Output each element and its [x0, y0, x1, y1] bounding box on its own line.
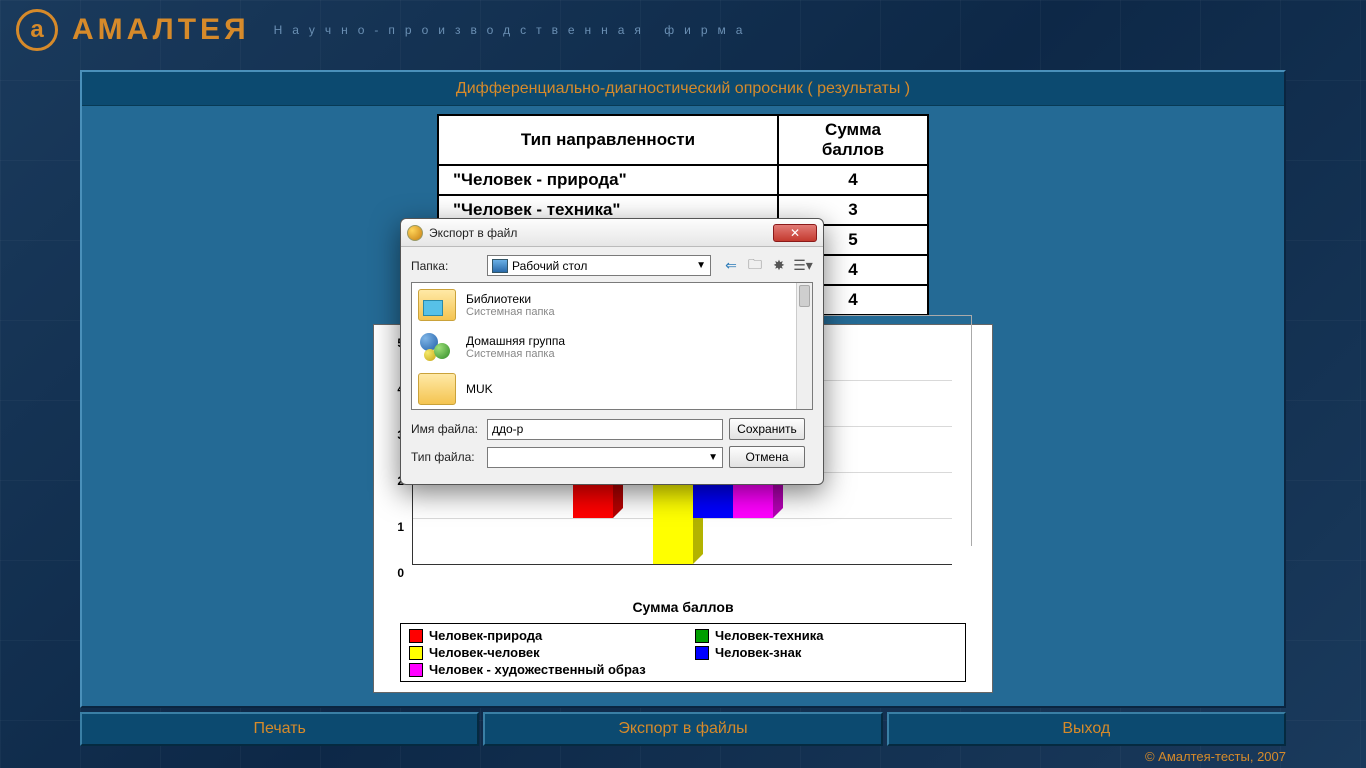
up-icon[interactable]: 🗀	[745, 256, 765, 276]
view-menu-icon[interactable]: ☰▾	[793, 256, 813, 276]
legend-item: Человек-человек	[409, 645, 671, 660]
dialog-titlebar[interactable]: Экспорт в файл ✕	[401, 219, 823, 247]
folder-value: Рабочий стол	[512, 259, 587, 273]
desktop-icon	[492, 259, 508, 273]
list-item[interactable]: MUK	[416, 371, 808, 410]
dialog-icon	[407, 225, 423, 241]
back-icon[interactable]: ⇐	[721, 256, 741, 276]
file-list[interactable]: Библиотеки Системная папка Домашняя груп…	[411, 282, 813, 410]
filetype-label: Тип файла:	[411, 450, 481, 464]
folder-icon	[418, 373, 456, 405]
export-button[interactable]: Экспорт в файлы	[483, 712, 882, 746]
close-button[interactable]: ✕	[773, 224, 817, 242]
brand-name: АМАЛТЕЯ	[72, 13, 250, 47]
col-type: Тип направленности	[438, 115, 778, 165]
legend-item: Человек-природа	[409, 628, 671, 643]
tagline: Научно-производственная фирма	[274, 23, 753, 37]
list-item[interactable]: Библиотеки Системная папка	[416, 287, 808, 329]
exit-button[interactable]: Выход	[887, 712, 1286, 746]
table-row: "Человек - природа"4	[438, 165, 928, 195]
footer-copyright: © Амалтея-тесты, 2007	[1145, 749, 1286, 764]
legend-item: Человек - художественный образ	[409, 662, 671, 677]
bottom-bar: Печать Экспорт в файлы Выход	[80, 712, 1286, 746]
export-dialog: Экспорт в файл ✕ Папка: Рабочий стол ▼ ⇐…	[400, 218, 824, 485]
new-folder-icon[interactable]: ✸	[769, 256, 789, 276]
save-button[interactable]: Сохранить	[729, 418, 805, 440]
chart-legend: Человек-природа Человек-техника Человек-че…	[400, 623, 966, 682]
col-score: Сумма баллов	[778, 115, 928, 165]
folder-label: Папка:	[411, 259, 481, 273]
homegroup-icon	[418, 331, 456, 363]
libraries-icon	[418, 289, 456, 321]
scrollbar[interactable]	[796, 283, 812, 409]
logo-icon: а	[16, 9, 58, 51]
app-header: а АМАЛТЕЯ Научно-производственная фирма	[0, 0, 1366, 60]
chart-xlabel: Сумма баллов	[374, 595, 992, 623]
filename-label: Имя файла:	[411, 422, 481, 436]
filetype-select[interactable]: ▼	[487, 447, 723, 468]
filename-input[interactable]	[487, 419, 723, 440]
legend-item: Человек-знак	[695, 645, 957, 660]
print-button[interactable]: Печать	[80, 712, 479, 746]
dialog-title: Экспорт в файл	[429, 226, 773, 240]
folder-select[interactable]: Рабочий стол ▼	[487, 255, 711, 276]
list-item[interactable]: Домашняя группа Системная папка	[416, 329, 808, 371]
legend-item: Человек-техника	[695, 628, 957, 643]
cancel-button[interactable]: Отмена	[729, 446, 805, 468]
page-title: Дифференциально-диагностический опросник…	[82, 72, 1284, 106]
